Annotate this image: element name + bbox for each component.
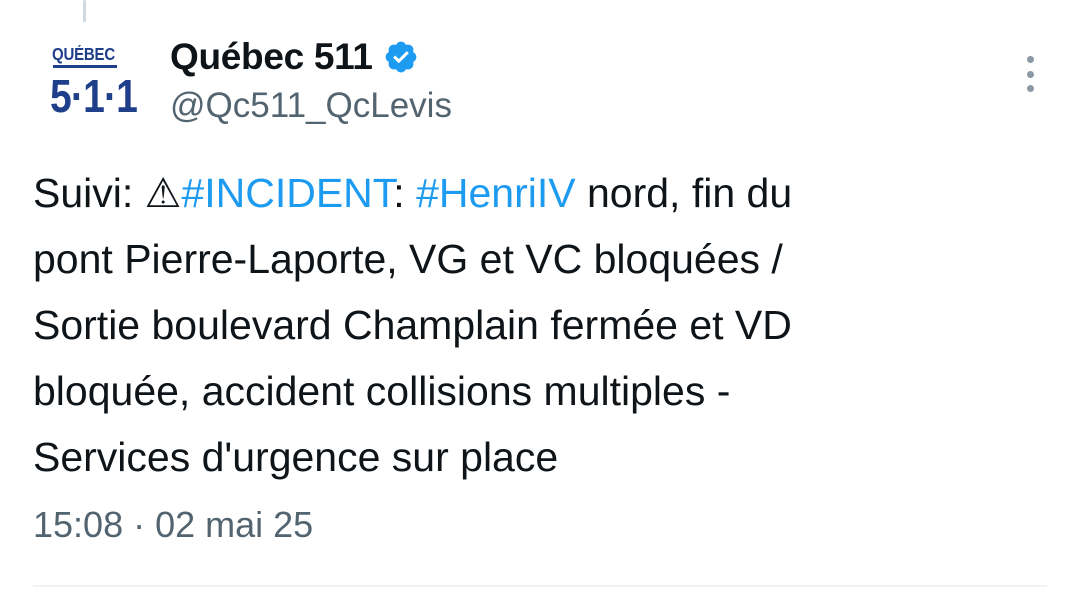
hashtag-henriiv-link[interactable]: #HenriIV <box>416 170 576 216</box>
avatar-logo-number: 5·1·1 <box>50 70 138 122</box>
hashtag-incident-link[interactable]: #INCIDENT <box>181 170 393 216</box>
tweet-text-part: nord, fin du pont Pierre-Laporte, VG et … <box>33 170 793 480</box>
divider <box>33 585 1047 587</box>
avatar[interactable]: QUÉBEC 5·1·1 <box>40 40 138 128</box>
avatar-logo-top-text: QUÉBEC <box>52 45 115 65</box>
tweet-text-part: Suivi: ⚠ <box>33 170 182 216</box>
tweet-timestamp[interactable]: 15:08 · 02 mai 25 <box>33 504 313 546</box>
more-options-icon[interactable] <box>1022 56 1038 92</box>
user-handle[interactable]: @Qc511_QcLevis <box>170 86 452 126</box>
tweet-text-part: : <box>393 170 417 216</box>
avatar-logo-rule <box>53 65 117 68</box>
more-dot <box>1026 56 1034 63</box>
display-name[interactable]: Québec 511 <box>170 36 373 78</box>
tweet-text: Suivi: ⚠#INCIDENT: #HenriIV nord, fin du… <box>33 160 1053 490</box>
tweet-author-header: Québec 511 @Qc511_QcLevis <box>170 34 452 126</box>
more-dot <box>1026 85 1034 92</box>
name-row: Québec 511 <box>170 34 452 80</box>
verified-badge-icon <box>385 41 417 73</box>
thread-connector-line <box>83 0 86 22</box>
more-dot <box>1026 70 1034 78</box>
